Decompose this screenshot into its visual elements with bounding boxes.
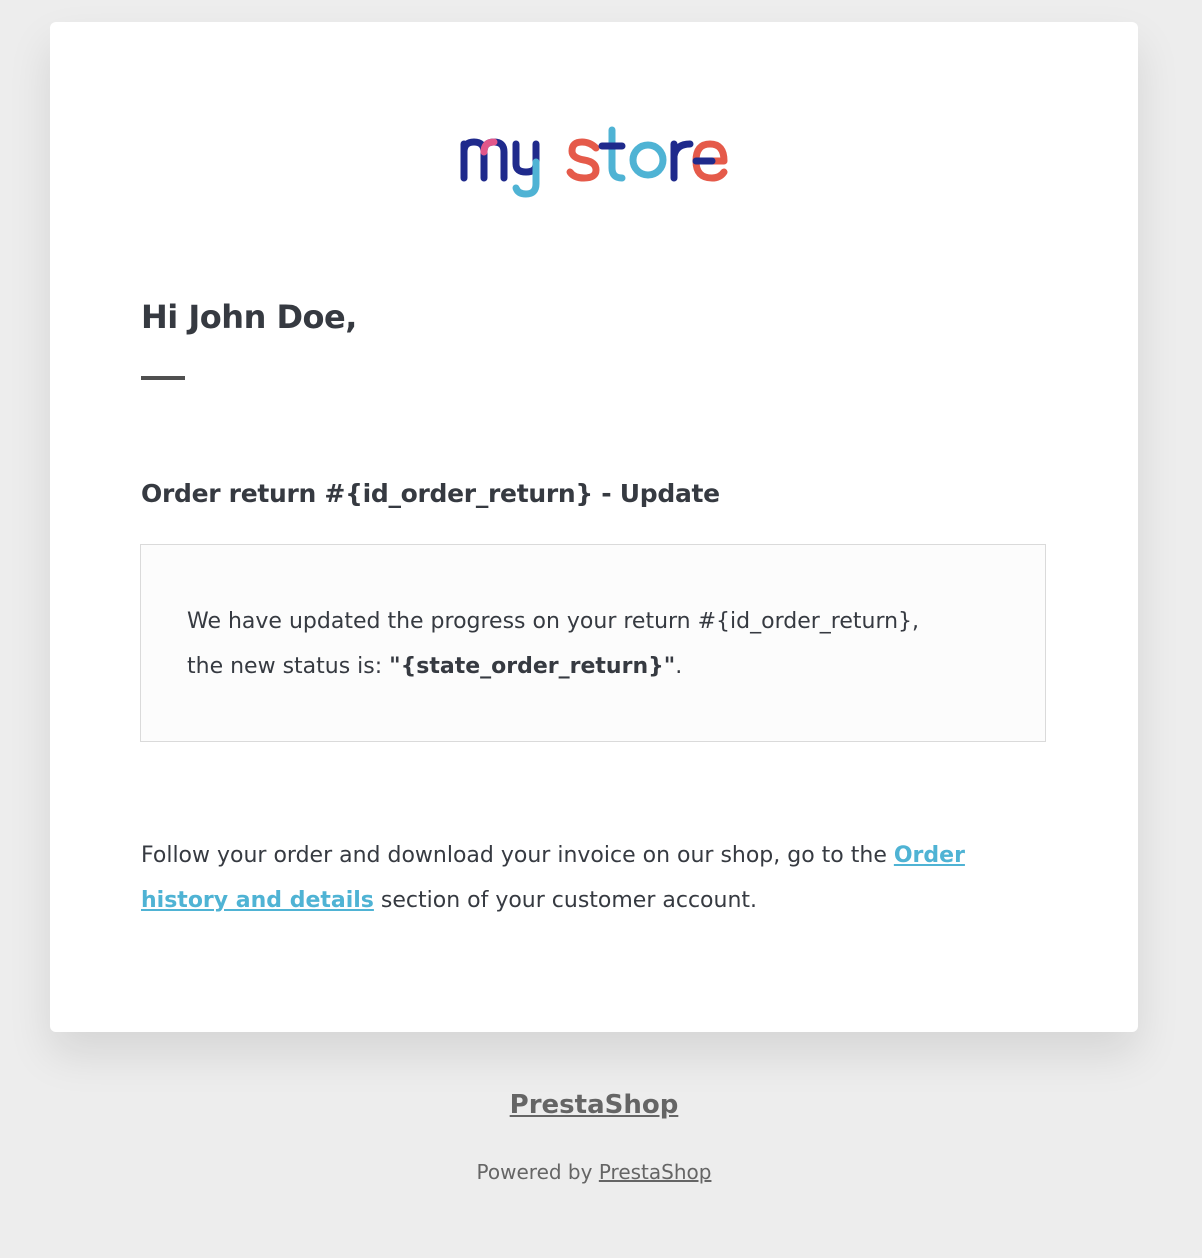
follow-suffix: section of your customer account. [373, 888, 758, 913]
message-box: We have updated the progress on your ret… [140, 544, 1046, 742]
greeting-divider [141, 376, 185, 380]
section-title: Order return #{id_order_return} - Update [141, 479, 720, 508]
follow-paragraph: Follow your order and download your invo… [141, 833, 1051, 923]
footer-shop-link[interactable]: PrestaShop [0, 1090, 1188, 1120]
message-text: We have updated the progress on your ret… [187, 599, 1017, 689]
email-card: Hi John Doe, Order return #{id_order_ret… [50, 22, 1138, 1032]
message-line-1: We have updated the progress on your ret… [187, 609, 920, 634]
message-line-2-prefix: the new status is: [187, 654, 390, 679]
footer-powered-by: Powered by PrestaShop [0, 1160, 1188, 1184]
powered-by-label: Powered by [476, 1160, 599, 1184]
message-line-2-suffix: . [675, 654, 683, 679]
greeting-heading: Hi John Doe, [141, 298, 357, 336]
follow-prefix: Follow your order and download your invo… [141, 843, 894, 868]
powered-by-link[interactable]: PrestaShop [599, 1160, 712, 1184]
status-value: "{state_order_return}" [389, 654, 676, 679]
store-logo[interactable] [460, 122, 728, 202]
store-logo-image [460, 126, 728, 198]
